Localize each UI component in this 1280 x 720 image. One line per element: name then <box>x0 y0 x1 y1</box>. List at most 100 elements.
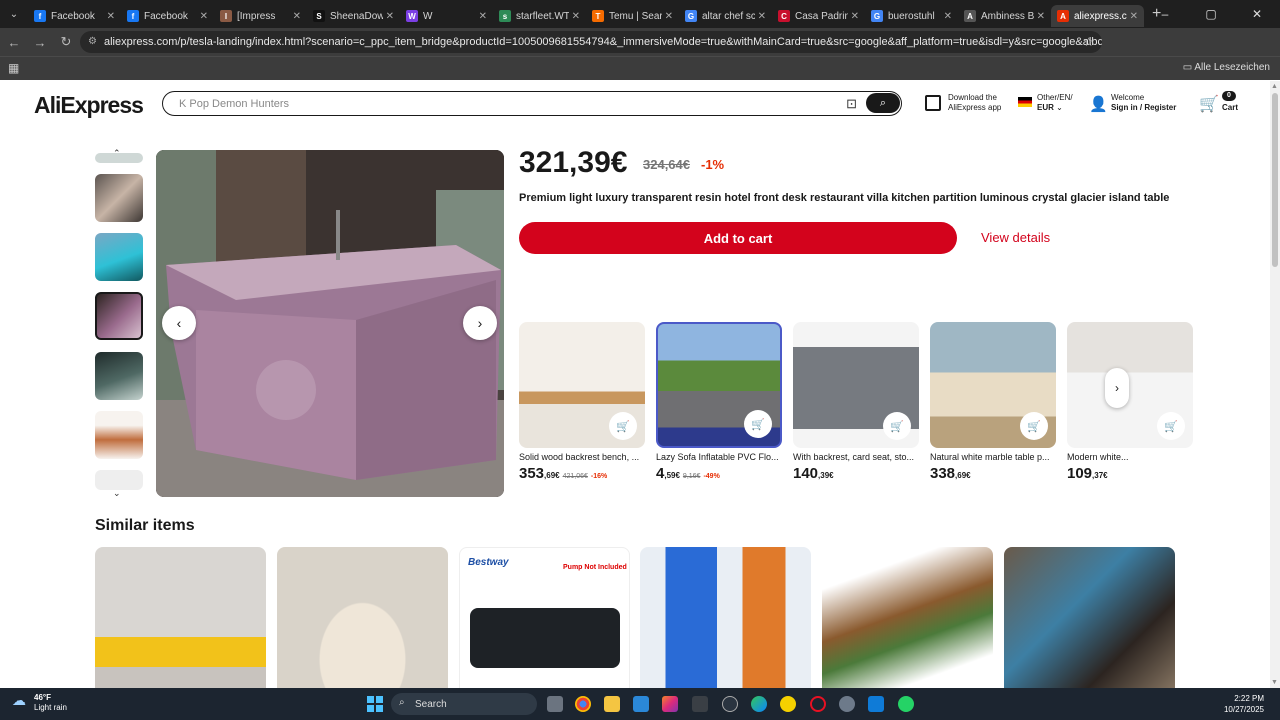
address-bar[interactable]: ⚙ aliexpress.com/p/tesla-landing/index.h… <box>80 31 1102 53</box>
similar-item-card[interactable]: Bestway Pump Not Included <box>459 547 630 688</box>
cart-icon[interactable]: 🛒 <box>1199 94 1219 114</box>
scroll-down-icon[interactable]: ▼ <box>1271 679 1278 686</box>
photos-icon[interactable] <box>633 696 649 712</box>
close-tab-icon[interactable]: ✕ <box>1130 11 1138 22</box>
account-menu[interactable]: Welcome Sign in / Register <box>1111 93 1176 113</box>
maximize-icon[interactable]: ▢ <box>1188 0 1234 28</box>
page-scrollbar[interactable]: ▲ ▼ <box>1270 81 1280 688</box>
related-product-card[interactable]: 🛒 With backrest, card seat, sto... 140,39€ <box>793 322 919 483</box>
opera-icon[interactable] <box>810 696 826 712</box>
browser-tab[interactable]: Galtar chef sc ✕ <box>679 5 772 27</box>
weather-widget[interactable]: ☁ 46°F Light rain <box>12 693 67 713</box>
settings-icon[interactable] <box>839 696 855 712</box>
related-product-card[interactable]: 🛒 Modern white... 109,37€ <box>1067 322 1193 483</box>
reload-icon[interactable]: ↻ <box>54 30 78 54</box>
related-product-image[interactable]: 🛒 <box>656 322 782 448</box>
image-search-icon[interactable]: ⊡ <box>846 96 857 112</box>
instagram-icon[interactable] <box>662 696 678 712</box>
similar-item-card[interactable] <box>277 547 448 688</box>
forward-icon[interactable]: → <box>28 30 52 54</box>
browser-tab[interactable]: S SheenaDow ✕ <box>307 5 400 27</box>
close-tab-icon[interactable]: ✕ <box>1037 11 1045 22</box>
close-tab-icon[interactable]: ✕ <box>479 11 487 22</box>
product-thumbnail-selected[interactable] <box>95 292 143 340</box>
whatsapp-icon[interactable] <box>898 696 914 712</box>
browser-tab[interactable]: A Ambiness B ✕ <box>958 5 1051 27</box>
capcut-icon[interactable] <box>692 696 708 712</box>
scroll-up-icon[interactable]: ▲ <box>1271 83 1278 90</box>
browser-tab[interactable]: s starfleet.WT ✕ <box>493 5 586 27</box>
all-bookmarks[interactable]: ▭ Alle Lesezeichen <box>1183 62 1270 73</box>
product-thumbnail[interactable] <box>95 153 143 163</box>
minimize-icon[interactable]: – <box>1142 0 1188 28</box>
apps-grid-icon[interactable]: ▦ <box>8 61 19 75</box>
close-window-icon[interactable]: ✕ <box>1234 0 1280 28</box>
related-next-button[interactable]: › <box>1105 368 1129 408</box>
close-tab-icon[interactable]: ✕ <box>107 11 115 22</box>
bookmark-star-icon[interactable]: ☆ <box>1083 35 1094 49</box>
similar-item-card[interactable] <box>822 547 993 688</box>
file-explorer-icon[interactable] <box>604 696 620 712</box>
add-to-cart-icon[interactable]: 🛒 <box>1157 412 1185 440</box>
close-tab-icon[interactable]: ✕ <box>386 11 394 22</box>
browser-tab[interactable]: Aaliexpress.co ✕ <box>1051 5 1144 27</box>
taskbar-search[interactable]: ⌕ Search <box>391 693 537 715</box>
browser-tab[interactable]: I [Impress ✕ <box>214 5 307 27</box>
related-product-image[interactable]: 🛒 <box>1067 322 1193 448</box>
related-product-image[interactable]: 🛒 <box>793 322 919 448</box>
region-selector[interactable]: Other/EN/ EUR ⌄ <box>1037 93 1073 113</box>
related-product-card[interactable]: 🛒 Solid wood backrest bench, ... 353,69€ 42… <box>519 322 645 483</box>
qr-code-icon[interactable] <box>925 95 941 111</box>
product-thumbnail[interactable] <box>95 352 143 400</box>
back-icon[interactable]: ← <box>2 30 26 54</box>
product-thumbnail[interactable] <box>95 411 143 459</box>
browser-tab[interactable]: Gbuerostuhl ✕ <box>865 5 958 27</box>
close-tab-icon[interactable]: ✕ <box>200 11 208 22</box>
view-details-link[interactable]: View details <box>981 230 1050 245</box>
close-tab-icon[interactable]: ✕ <box>944 11 952 22</box>
edge-icon[interactable] <box>751 696 767 712</box>
search-button[interactable]: ⌕ <box>866 93 900 113</box>
add-to-cart-icon[interactable]: 🛒 <box>744 410 772 438</box>
chrome-icon[interactable] <box>575 696 591 712</box>
cart-label[interactable]: Cart <box>1222 103 1238 113</box>
download-app[interactable]: Download the AliExpress app <box>948 93 1001 113</box>
related-product-card[interactable]: 🛒 Natural white marble table p... 338,69€ <box>930 322 1056 483</box>
product-thumbnail[interactable] <box>95 233 143 281</box>
similar-item-card[interactable] <box>95 547 266 688</box>
close-tab-icon[interactable]: ✕ <box>851 11 859 22</box>
signin-link[interactable]: Sign in / Register <box>1111 103 1176 112</box>
similar-item-card[interactable] <box>640 547 811 688</box>
task-view-icon[interactable] <box>547 696 563 712</box>
browser-tab[interactable]: W W ✕ <box>400 5 493 27</box>
close-tab-icon[interactable]: ✕ <box>572 11 580 22</box>
product-main-image[interactable]: ‹ › <box>156 150 504 497</box>
add-to-cart-icon[interactable]: 🛒 <box>883 412 911 440</box>
next-image-button[interactable]: › <box>463 306 497 340</box>
close-tab-icon[interactable]: ✕ <box>665 11 673 22</box>
browser-tab[interactable]: f Facebook ✕ <box>121 5 214 27</box>
windows-start-icon[interactable] <box>367 696 383 712</box>
tab-search-icon[interactable]: ⌄ <box>0 0 28 28</box>
search-input[interactable]: K Pop Demon Hunters ⊡ ⌕ <box>162 91 902 116</box>
aliexpress-logo[interactable]: AliExpress <box>34 92 144 119</box>
related-product-card[interactable]: 🛒 Lazy Sofa Inflatable PVC Flo... 4,59€ 9,1… <box>656 322 782 483</box>
product-thumbnail[interactable] <box>95 174 143 222</box>
add-to-cart-icon[interactable]: 🛒 <box>609 412 637 440</box>
similar-item-card[interactable] <box>1004 547 1175 688</box>
clock-app-icon[interactable] <box>722 696 738 712</box>
browser-tab[interactable]: T Temu | Sear ✕ <box>586 5 679 27</box>
add-to-cart-icon[interactable]: 🛒 <box>1020 412 1048 440</box>
related-product-image[interactable]: 🛒 <box>519 322 645 448</box>
user-icon[interactable]: 👤 <box>1089 95 1108 113</box>
thumbs-down-icon[interactable]: ⌄ <box>113 488 121 499</box>
related-product-image[interactable]: 🛒 <box>930 322 1056 448</box>
browser-tab[interactable]: f Facebook ✕ <box>28 5 121 27</box>
scrollbar-thumb[interactable] <box>1272 93 1278 267</box>
close-tab-icon[interactable]: ✕ <box>293 11 301 22</box>
product-thumbnail[interactable] <box>95 470 143 490</box>
system-clock[interactable]: 2:22 PM 10/27/2025 <box>1224 693 1264 715</box>
store-icon[interactable] <box>868 696 884 712</box>
browser-tab[interactable]: C Casa Padrin ✕ <box>772 5 865 27</box>
add-to-cart-button[interactable]: Add to cart <box>519 222 957 254</box>
